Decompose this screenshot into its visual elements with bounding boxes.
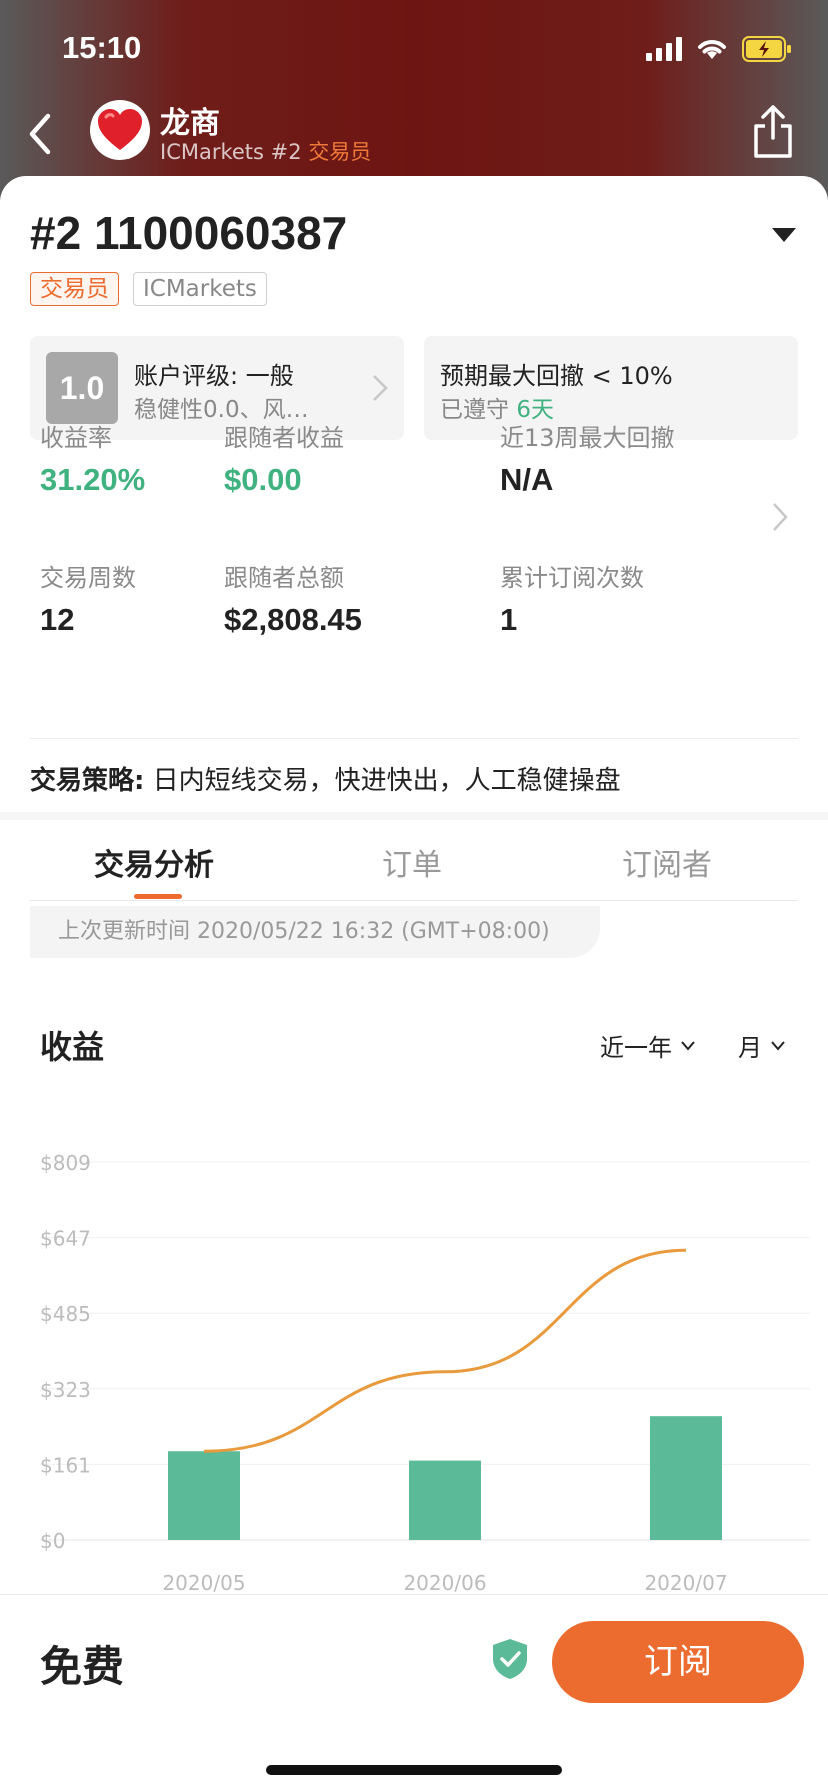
y-tick-label: $809 <box>40 1151 91 1175</box>
bottom-bar: 免费 订阅 <box>0 1594 828 1792</box>
stat-value-return: 31.20% <box>40 462 146 497</box>
app-header: 15:10 龙商 ICMarkets #2 交易员 <box>0 0 828 200</box>
trader-card: #2 1100060387 交易员 ICMarkets 1.0 账户评级: 一般… <box>0 176 828 1616</box>
chevron-right-icon <box>373 375 388 401</box>
strategy-text: 日内短线交易，快进快出，人工稳健操盘 <box>152 766 621 796</box>
stat-label-return: 收益率 <box>40 424 112 452</box>
avatar[interactable] <box>90 100 150 160</box>
rating-title: 账户评级: 一般 <box>134 362 294 390</box>
heart-icon <box>98 109 142 150</box>
stat-label-weeks: 交易周数 <box>40 564 136 592</box>
bar <box>409 1460 481 1540</box>
y-tick-label: $323 <box>40 1378 91 1402</box>
active-tab-indicator <box>134 894 182 899</box>
last-updated: 上次更新时间 2020/05/22 16:32 (GMT+08:00) <box>30 906 600 958</box>
chevron-down-icon <box>681 1040 695 1051</box>
range-value: 近一年 <box>600 1034 672 1062</box>
chevron-right-icon[interactable] <box>772 502 788 532</box>
battery-icon <box>742 36 791 62</box>
trader-broker: ICMarkets #2 <box>160 140 302 164</box>
price-label: 免费 <box>40 1642 125 1691</box>
account-title: #2 1100060387 <box>30 207 348 259</box>
chevron-down-icon <box>771 1040 785 1051</box>
strategy-label: 交易策略: <box>30 766 145 796</box>
tab-bar: 交易分析 订单 订阅者 <box>0 820 828 902</box>
profit-chart: $0 $161 $323 $485 $647 $809 2020/05 2020/06 2020… <box>40 1151 810 1595</box>
stat-value-follower-total: $2,808.45 <box>224 602 362 637</box>
tab-analysis[interactable]: 交易分析 <box>94 840 214 884</box>
tabs-divider <box>30 900 798 901</box>
chevron-down-icon[interactable] <box>770 226 798 244</box>
back-arrow-icon[interactable] <box>24 104 84 164</box>
stat-value-weeks: 12 <box>40 602 75 637</box>
share-icon[interactable] <box>748 104 798 160</box>
tab-orders[interactable]: 订单 <box>382 840 442 884</box>
x-tick-label: 2020/07 <box>644 1571 727 1595</box>
bar <box>168 1451 240 1540</box>
divider <box>30 738 798 739</box>
broker-tag: ICMarkets <box>133 272 267 306</box>
period-dropdown[interactable]: 月 <box>738 1028 786 1063</box>
period-value: 月 <box>738 1034 762 1062</box>
range-dropdown[interactable]: 近一年 <box>600 1028 696 1063</box>
subscribe-button[interactable]: 订阅 <box>552 1621 804 1703</box>
tab-subscribers[interactable]: 订阅者 <box>622 840 712 884</box>
y-tick-label: $0 <box>40 1529 65 1553</box>
y-tick-label: $161 <box>40 1453 91 1477</box>
bar <box>650 1416 722 1540</box>
rating-score: 1.0 <box>46 352 118 424</box>
x-tick-label: 2020/05 <box>162 1571 245 1595</box>
stat-label-subscriptions: 累计订阅次数 <box>500 564 644 592</box>
wifi-icon <box>698 40 726 59</box>
section-gap <box>0 812 828 820</box>
home-indicator <box>266 1765 562 1775</box>
stat-label-follower-total: 跟随者总额 <box>224 564 344 592</box>
stat-label-13w-drawdown: 近13周最大回撤 <box>500 424 675 452</box>
trader-role: 交易员 <box>308 140 372 164</box>
stat-label-follower-profit: 跟随者收益 <box>224 424 344 452</box>
drawdown-prefix: 已遵守 <box>440 397 509 423</box>
status-icons <box>646 32 792 66</box>
signal-icon <box>646 37 682 61</box>
chart-title: 收益 <box>40 1028 105 1066</box>
status-time: 15:10 <box>62 30 142 65</box>
y-tick-label: $485 <box>40 1302 91 1326</box>
strategy: 交易策略: 日内短线交易，快进快出，人工稳健操盘 <box>30 760 621 797</box>
cumulative-line <box>203 1248 687 1453</box>
drawdown-title: 预期最大回撤 < 10% <box>440 362 673 390</box>
trader-subtitle: ICMarkets #2 交易员 <box>160 136 371 166</box>
stat-value-13w-drawdown: N/A <box>500 462 554 497</box>
role-tag: 交易员 <box>30 272 119 306</box>
shield-check-icon <box>493 1639 527 1679</box>
stat-value-follower-profit: $0.00 <box>224 462 302 497</box>
x-tick-label: 2020/06 <box>403 1571 486 1595</box>
y-tick-label: $647 <box>40 1227 91 1251</box>
stat-value-subscriptions: 1 <box>500 602 518 637</box>
